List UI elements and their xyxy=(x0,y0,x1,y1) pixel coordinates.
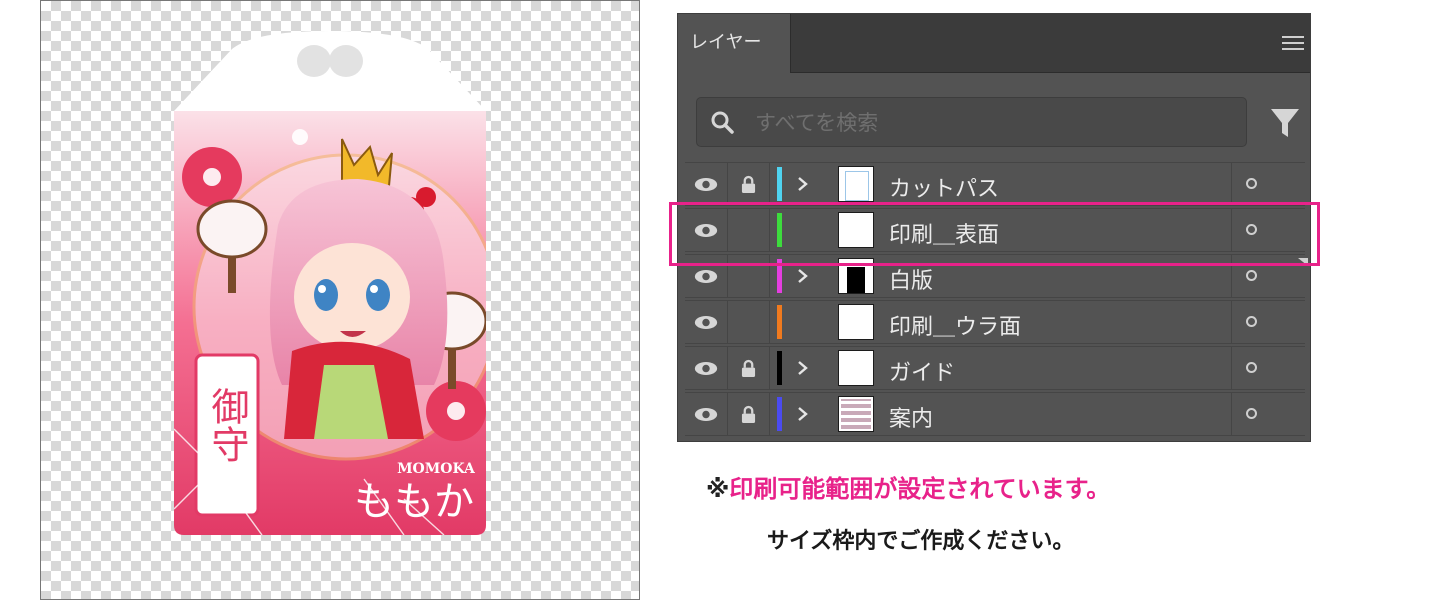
note-line1: 印刷可能範囲が設定されています。 xyxy=(729,475,1111,503)
target-circle-icon xyxy=(1246,362,1257,373)
target-circle-icon xyxy=(1246,408,1257,419)
target-circle-icon xyxy=(1246,178,1257,189)
search-input[interactable] xyxy=(753,106,1227,140)
note-size-frame: サイズ枠内でご作成ください。 xyxy=(767,529,1075,554)
layer-name[interactable]: ガイド xyxy=(889,355,955,387)
layer-color-swatch xyxy=(777,167,782,201)
layer-row[interactable]: ガイド xyxy=(685,346,1305,390)
hamburger-menu-icon[interactable] xyxy=(1282,36,1304,52)
layer-color-swatch xyxy=(777,351,782,385)
layer-name[interactable]: カットパス xyxy=(889,171,999,203)
chevron-right-icon[interactable] xyxy=(791,355,813,381)
layer-name[interactable]: 案内 xyxy=(889,401,933,433)
lock-toggle[interactable] xyxy=(727,393,770,435)
layer-row[interactable]: 案内 xyxy=(685,392,1305,436)
omamori-artwork: 御守 MOMOKA ももか xyxy=(174,29,486,535)
eye-icon xyxy=(694,362,718,375)
search-icon xyxy=(711,111,734,134)
lock-toggle[interactable] xyxy=(727,301,770,343)
name-kana-text: ももか xyxy=(354,479,474,525)
eye-icon xyxy=(694,408,718,421)
lock-icon xyxy=(741,405,756,423)
chevron-right-icon[interactable] xyxy=(791,401,813,427)
layer-name[interactable]: 白版 xyxy=(889,263,933,295)
lock-icon xyxy=(741,359,756,377)
chevron-right-icon[interactable] xyxy=(791,171,813,197)
eye-icon xyxy=(694,316,718,329)
target-button[interactable] xyxy=(1231,347,1306,389)
layer-thumbnail xyxy=(838,304,874,340)
lock-toggle[interactable] xyxy=(727,347,770,389)
lock-toggle[interactable] xyxy=(727,163,770,205)
layer-name[interactable]: 印刷＿ウラ面 xyxy=(889,309,1021,341)
note-print-area: ※印刷可能範囲が設定されています。 xyxy=(706,469,1110,504)
target-button[interactable] xyxy=(1231,393,1306,435)
layer-row[interactable]: 印刷＿ウラ面 xyxy=(685,300,1305,344)
charm-title-text: 御守 xyxy=(205,387,249,463)
visibility-toggle[interactable] xyxy=(685,163,728,205)
layer-row[interactable]: カットパス xyxy=(685,162,1305,206)
filter-icon[interactable] xyxy=(1270,107,1300,139)
layer-thumbnail xyxy=(838,396,874,432)
note-mark: ※ xyxy=(706,475,730,503)
target-button[interactable] xyxy=(1231,163,1306,205)
name-latin-text: MOMOKA xyxy=(397,461,476,477)
visibility-toggle[interactable] xyxy=(685,393,728,435)
search-box[interactable] xyxy=(696,97,1247,147)
target-circle-icon xyxy=(1246,270,1257,281)
tab-layers[interactable]: レイヤー xyxy=(678,14,791,73)
artboard-canvas: 御守 MOMOKA ももか xyxy=(40,0,640,600)
visibility-toggle[interactable] xyxy=(685,301,728,343)
layer-thumbnail xyxy=(838,166,874,202)
eye-icon xyxy=(694,270,718,283)
target-button[interactable] xyxy=(1231,301,1306,343)
panel-tab-bar: レイヤー xyxy=(678,14,1310,73)
layer-color-swatch xyxy=(777,397,782,431)
tab-layers-label: レイヤー xyxy=(690,32,762,53)
chevron-right-icon[interactable] xyxy=(791,263,813,289)
eye-icon xyxy=(694,178,718,191)
omamori-illustration: 御守 MOMOKA ももか xyxy=(174,31,486,535)
layer-thumbnail xyxy=(838,350,874,386)
highlight-annotation-box xyxy=(669,202,1320,266)
layer-color-swatch xyxy=(777,305,782,339)
target-circle-icon xyxy=(1246,316,1257,327)
visibility-toggle[interactable] xyxy=(685,347,728,389)
lock-icon xyxy=(741,175,756,193)
